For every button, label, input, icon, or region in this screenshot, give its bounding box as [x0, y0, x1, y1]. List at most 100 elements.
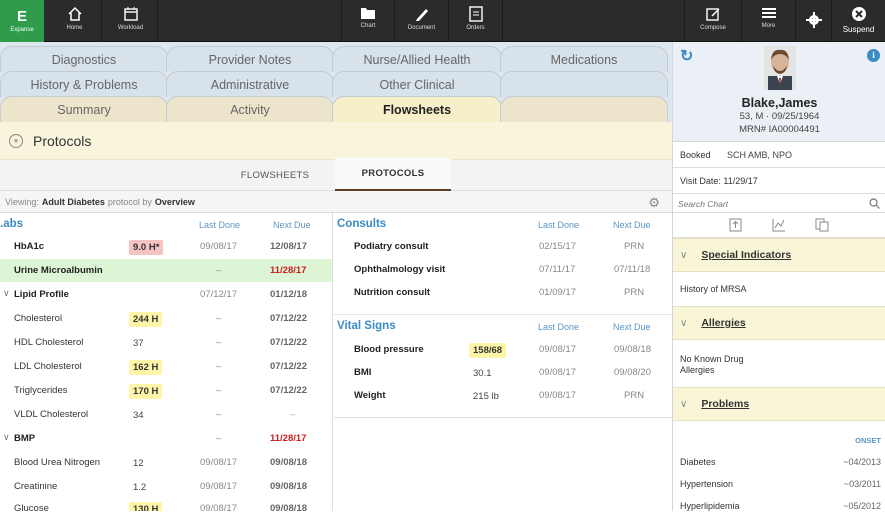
- table-row[interactable]: HDL Cholesterol 37 – 07/12/22: [0, 331, 332, 354]
- consults-header: Consults Last Done Next Due: [334, 213, 672, 235]
- tab-activity[interactable]: Activity: [166, 96, 334, 122]
- consult-next: 07/11/18: [614, 264, 651, 275]
- viewing-protocol[interactable]: Adult Diabetes: [42, 197, 105, 207]
- copy-icon[interactable]: [815, 218, 829, 232]
- orders-icon: [468, 6, 483, 22]
- viewing-view[interactable]: Overview: [155, 197, 195, 207]
- home-button[interactable]: Home: [48, 0, 102, 42]
- tab-other-clinical[interactable]: Other Clinical: [332, 71, 502, 97]
- lab-next: 07/12/22: [270, 361, 307, 372]
- subtab-protocols[interactable]: PROTOCOLS: [335, 158, 451, 191]
- pen-icon: [415, 9, 428, 21]
- patient-name: Blake,James: [741, 96, 818, 110]
- lab-name: Blood Urea Nitrogen: [14, 457, 101, 468]
- labs-header: .abs Last Done Next Due: [0, 213, 332, 235]
- document-button[interactable]: Document: [395, 0, 449, 42]
- special-indicators-header[interactable]: ∨ Special Indicators: [673, 238, 885, 272]
- graph-icon[interactable]: [772, 218, 786, 232]
- table-row[interactable]: Blood Urea Nitrogen 12 09/08/17 09/08/18: [0, 451, 332, 474]
- table-row[interactable]: HbA1c 9.0 H* 09/08/17 12/08/17: [0, 235, 332, 258]
- table-row[interactable]: Cholesterol 244 H – 07/12/22: [0, 307, 332, 330]
- expanse-logo[interactable]: E Expanse: [0, 0, 44, 42]
- lab-last: –: [216, 337, 222, 348]
- problems-header[interactable]: ∨ Problems: [673, 387, 885, 421]
- search-icon[interactable]: [869, 198, 880, 209]
- refresh-icon[interactable]: ↻: [680, 46, 693, 66]
- search-input[interactable]: [678, 197, 858, 210]
- table-row[interactable]: Urine Microalbumin – 11/28/17: [0, 259, 332, 282]
- lab-next: 07/12/22: [270, 337, 307, 348]
- viewing-prefix: Viewing:: [5, 196, 39, 207]
- tab-summary[interactable]: Summary: [0, 96, 168, 122]
- table-row[interactable]: VLDL Cholesterol 34 – –: [0, 403, 332, 426]
- booked-label: Booked: [680, 150, 711, 160]
- problem-name: Hyperlipidemia: [680, 501, 740, 511]
- chevron-down-icon[interactable]: ∨: [3, 432, 10, 443]
- table-row[interactable]: Creatinine 1.2 09/08/17 09/08/18: [0, 475, 332, 498]
- workload-button[interactable]: Workload: [104, 0, 158, 42]
- tab-diagnostics[interactable]: Diagnostics: [0, 46, 168, 72]
- menu-icon: [761, 8, 776, 18]
- tab-administrative[interactable]: Administrative: [166, 71, 334, 97]
- lab-name: Cholesterol: [14, 313, 63, 324]
- tab-nurse-allied-health[interactable]: Nurse/Allied Health: [332, 46, 502, 72]
- consults-title: Consults: [337, 218, 387, 230]
- table-row[interactable]: Weight 215 lb 09/08/17 PRN: [334, 384, 672, 407]
- tab-empty-2[interactable]: [500, 96, 668, 122]
- table-row[interactable]: Nutrition consult 01/09/17 PRN: [334, 281, 672, 304]
- subtab-flowsheets[interactable]: FLOWSHEETS: [215, 160, 335, 191]
- lab-name: HbA1c: [14, 241, 45, 252]
- chevron-down-icon: ∨: [680, 398, 688, 410]
- list-item[interactable]: Diabetes ~04/2013: [673, 451, 885, 473]
- suspend-button[interactable]: Suspend: [832, 0, 885, 42]
- lab-next: 07/12/22: [270, 385, 307, 396]
- lab-name: Creatinine: [14, 481, 58, 492]
- chart-button[interactable]: Chart: [341, 0, 395, 42]
- expand-icon[interactable]: +: [9, 133, 23, 148]
- table-row[interactable]: Podiatry consult 02/15/17 PRN: [334, 235, 672, 258]
- more-button[interactable]: More: [742, 0, 796, 42]
- settings-button[interactable]: [796, 0, 832, 42]
- lab-value: 1.2: [133, 482, 147, 493]
- table-row[interactable]: BMI 30.1 09/08/17 09/08/20: [334, 361, 672, 384]
- search-chart-field[interactable]: [673, 194, 885, 213]
- orders-button[interactable]: Orders: [449, 0, 503, 42]
- table-row[interactable]: Ophthalmology visit 07/11/17 07/11/18: [334, 258, 672, 281]
- gear-icon[interactable]: ⚙: [648, 195, 660, 211]
- patient-sidebar: ↻ i Blake,James 53, M · 09/25/1964 MRN# …: [672, 42, 885, 511]
- list-item[interactable]: Hyperlipidemia ~05/2012: [673, 495, 885, 517]
- problem-date: ~03/2011: [843, 479, 881, 489]
- table-row[interactable]: ∨ Lipid Profile 07/12/17 01/12/18: [0, 283, 332, 306]
- allergies-header[interactable]: ∨ Allergies: [673, 306, 885, 340]
- list-item[interactable]: Hypertension ~03/2011: [673, 473, 885, 495]
- table-row[interactable]: ∨ BMP – 11/28/17: [0, 427, 332, 450]
- lab-name: VLDL Cholesterol: [14, 409, 89, 420]
- tab-provider-notes[interactable]: Provider Notes: [166, 46, 334, 72]
- special-indicators-content: History of MRSA: [673, 272, 885, 306]
- table-row[interactable]: LDL Cholesterol 162 H – 07/12/22: [0, 355, 332, 378]
- info-icon[interactable]: i: [867, 49, 880, 62]
- tab-medications[interactable]: Medications: [500, 46, 668, 72]
- compose-button[interactable]: Compose: [684, 0, 742, 42]
- vital-name: BMI: [354, 367, 372, 378]
- more-label: More: [761, 23, 776, 29]
- lab-next: 01/12/18: [270, 289, 307, 300]
- table-row[interactable]: Blood pressure 158/68 09/08/17 09/08/18: [334, 338, 672, 361]
- lab-last: –: [216, 409, 222, 420]
- visit-date: Visit Date: 11/29/17: [673, 168, 885, 194]
- tab-empty[interactable]: [500, 71, 668, 97]
- chart-tabs: Diagnostics Provider Notes Nurse/Allied …: [0, 42, 672, 122]
- gear-icon: [805, 12, 822, 28]
- lab-last: 09/08/17: [200, 481, 237, 492]
- consults-col-next: Next Due: [613, 220, 651, 230]
- chevron-down-icon[interactable]: ∨: [3, 288, 10, 299]
- table-row[interactable]: Glucose 130 H 09/08/17 09/08/18: [0, 497, 332, 511]
- lab-value: 162 H: [129, 360, 163, 375]
- upload-icon[interactable]: [729, 218, 742, 232]
- tab-flowsheets[interactable]: Flowsheets: [332, 96, 502, 122]
- sidebar-toolbar: [673, 213, 885, 238]
- table-row[interactable]: Triglycerides 170 H – 07/12/22: [0, 379, 332, 402]
- lab-next: 12/08/17: [270, 241, 307, 252]
- tab-history-problems[interactable]: History & Problems: [0, 71, 168, 97]
- problem-name: Diabetes: [680, 457, 716, 467]
